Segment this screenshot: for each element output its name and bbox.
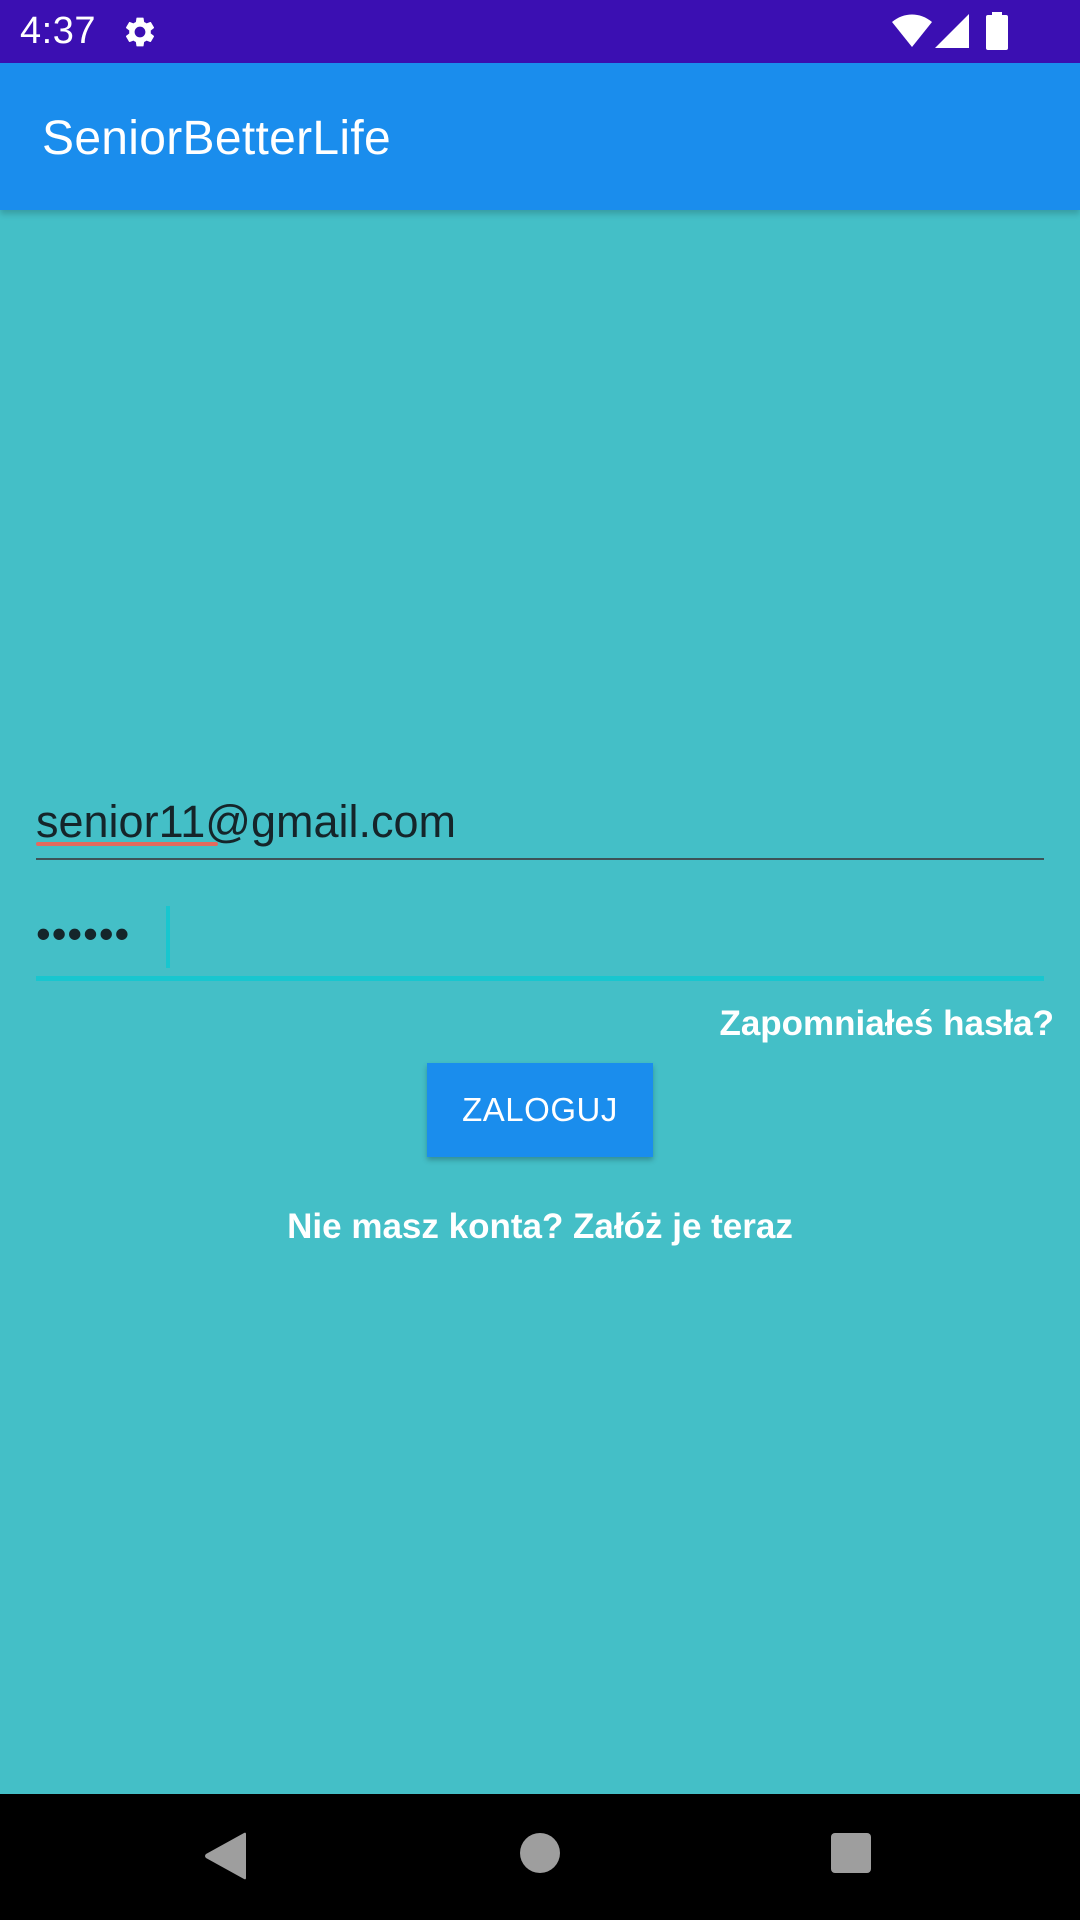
login-button[interactable]: ZALOGUJ xyxy=(427,1063,653,1157)
wifi-icon xyxy=(892,14,932,47)
email-field[interactable]: senior11@gmail.com xyxy=(36,784,1044,860)
app-bar: SeniorBetterLife xyxy=(0,63,1080,210)
status-bar: 4:37 xyxy=(0,0,1080,63)
battery-icon xyxy=(986,12,1008,50)
signup-link[interactable]: Nie masz konta? Załóż je teraz xyxy=(0,1204,1080,1250)
back-icon[interactable] xyxy=(204,1832,246,1880)
status-time: 4:37 xyxy=(20,10,96,52)
signal-icon xyxy=(935,14,969,48)
forgot-password-link[interactable]: Zapomniałeś hasła? xyxy=(719,1002,1054,1046)
password-field[interactable]: •••••• xyxy=(36,900,1044,981)
recent-apps-icon[interactable] xyxy=(831,1833,871,1873)
home-icon[interactable] xyxy=(520,1833,560,1873)
spellcheck-underline xyxy=(36,842,218,846)
password-input[interactable]: •••••• xyxy=(36,906,130,962)
navigation-bar xyxy=(0,1794,1080,1920)
app-title: SeniorBetterLife xyxy=(42,112,392,165)
gear-icon xyxy=(125,17,155,47)
text-cursor xyxy=(166,906,170,968)
